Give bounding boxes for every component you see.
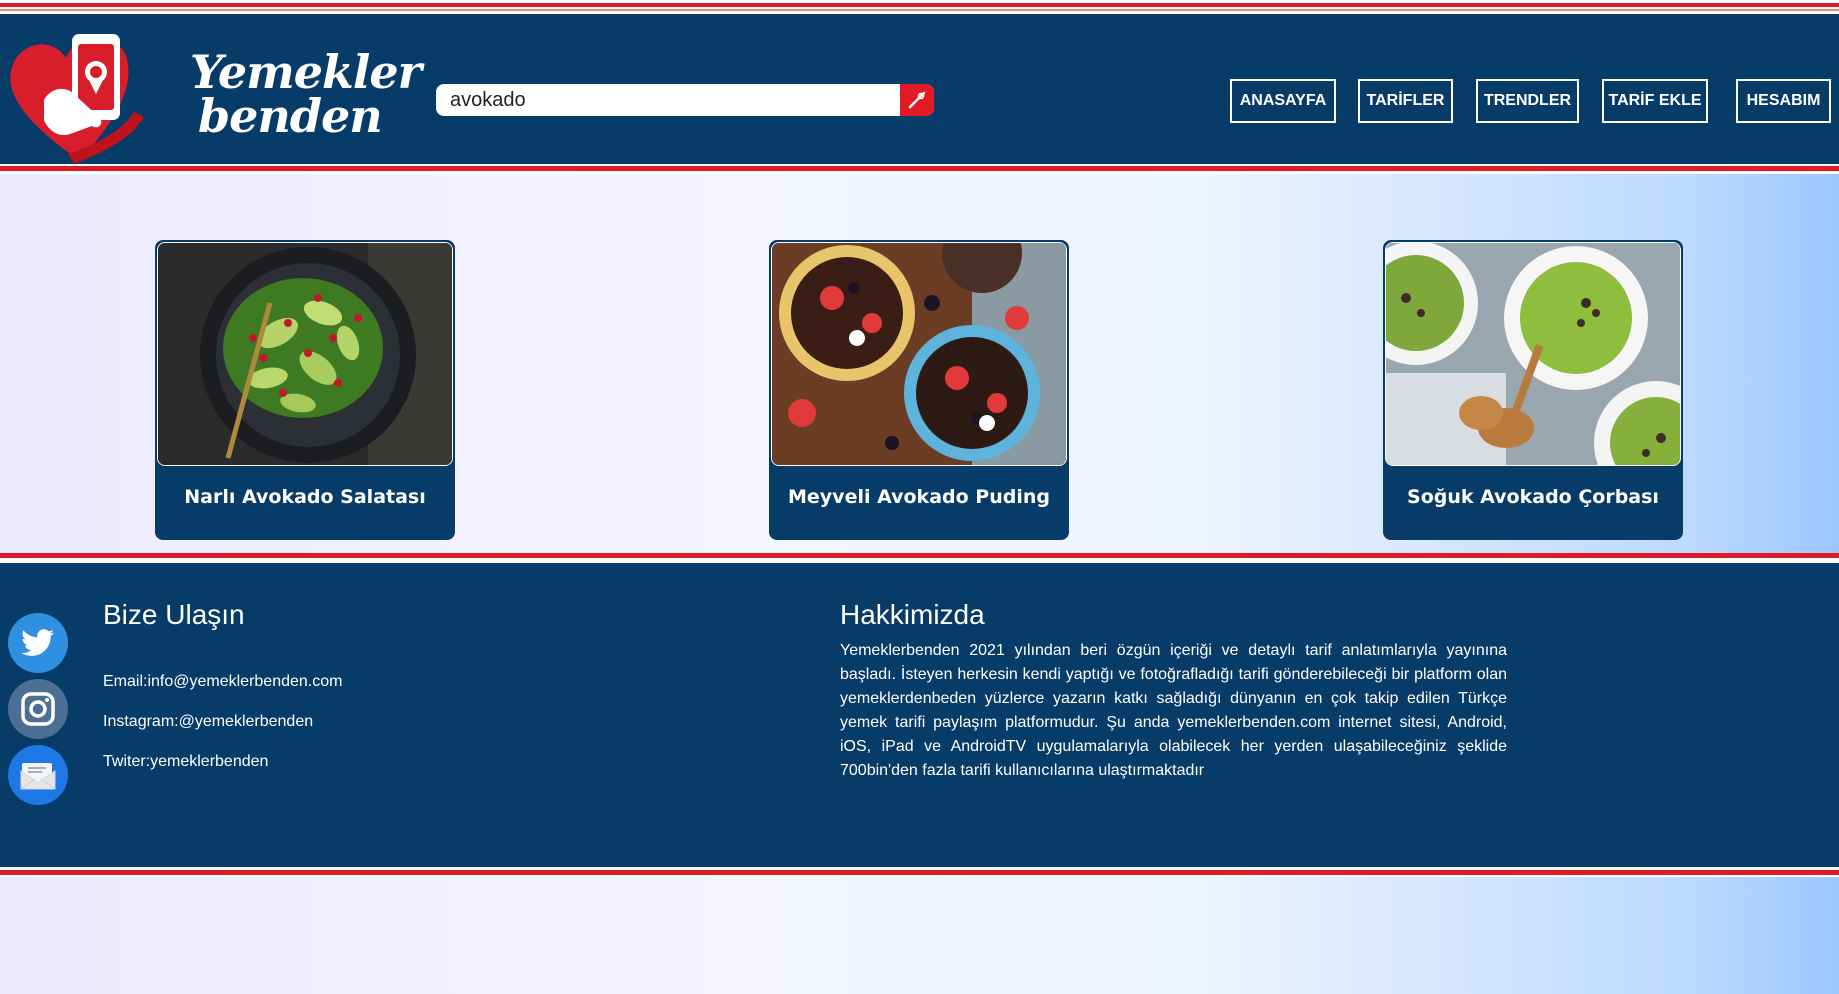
recipe-card[interactable]: Narlı Avokado Salatası (155, 240, 455, 540)
nav-trendler[interactable]: TRENDLER (1476, 79, 1579, 123)
instagram-link[interactable] (8, 679, 68, 739)
site-footer: Bize Ulaşın Email:info@yemeklerbenden.co… (0, 563, 1839, 867)
footer-divider-top (0, 553, 1839, 563)
twitter-link[interactable] (8, 613, 68, 673)
mail-link[interactable] (8, 745, 68, 805)
about-title: Hakkimizda (840, 599, 985, 630)
recipe-card-title[interactable]: Meyveli Avokado Puding (769, 486, 1069, 508)
nav-hesabim[interactable]: HESABIM (1736, 79, 1831, 123)
avocado-pudding-photo[interactable] (771, 242, 1067, 466)
recipe-card-title[interactable]: Soğuk Avokado Çorbası (1383, 486, 1683, 508)
contact-instagram[interactable]: Instagram:@yemeklerbenden (103, 713, 313, 731)
recipe-card[interactable]: Meyveli Avokado Puding (769, 240, 1069, 540)
recipe-card-title[interactable]: Narlı Avokado Salatası (155, 486, 455, 508)
main-nav: ANASAYFA TARİFLER TRENDLER TARİF EKLE HE… (0, 79, 1839, 125)
top-accent-line (0, 0, 1839, 14)
recipe-card[interactable]: Soğuk Avokado Çorbası (1383, 240, 1683, 540)
contact-title: Bize Ulaşın (103, 599, 245, 630)
contact-email[interactable]: Email:info@yemeklerbenden.com (103, 673, 342, 691)
cold-avocado-soup-photo[interactable] (1385, 242, 1681, 466)
nav-tarifler[interactable]: TARİFLER (1358, 79, 1453, 123)
twitter-icon (21, 629, 54, 656)
avocado-salad-photo[interactable] (157, 242, 453, 466)
footer-divider-bottom (0, 867, 1839, 877)
nav-anasayfa[interactable]: ANASAYFA (1230, 79, 1336, 123)
about-text: Yemeklerbenden 2021 yılından beri özgün … (840, 642, 1507, 779)
header-divider (0, 164, 1839, 174)
mail-icon (20, 763, 56, 790)
instagram-icon (21, 692, 55, 726)
contact-twitter[interactable]: Twiter:yemeklerbenden (103, 753, 268, 771)
nav-tarif-ekle[interactable]: TARİF EKLE (1602, 79, 1708, 123)
